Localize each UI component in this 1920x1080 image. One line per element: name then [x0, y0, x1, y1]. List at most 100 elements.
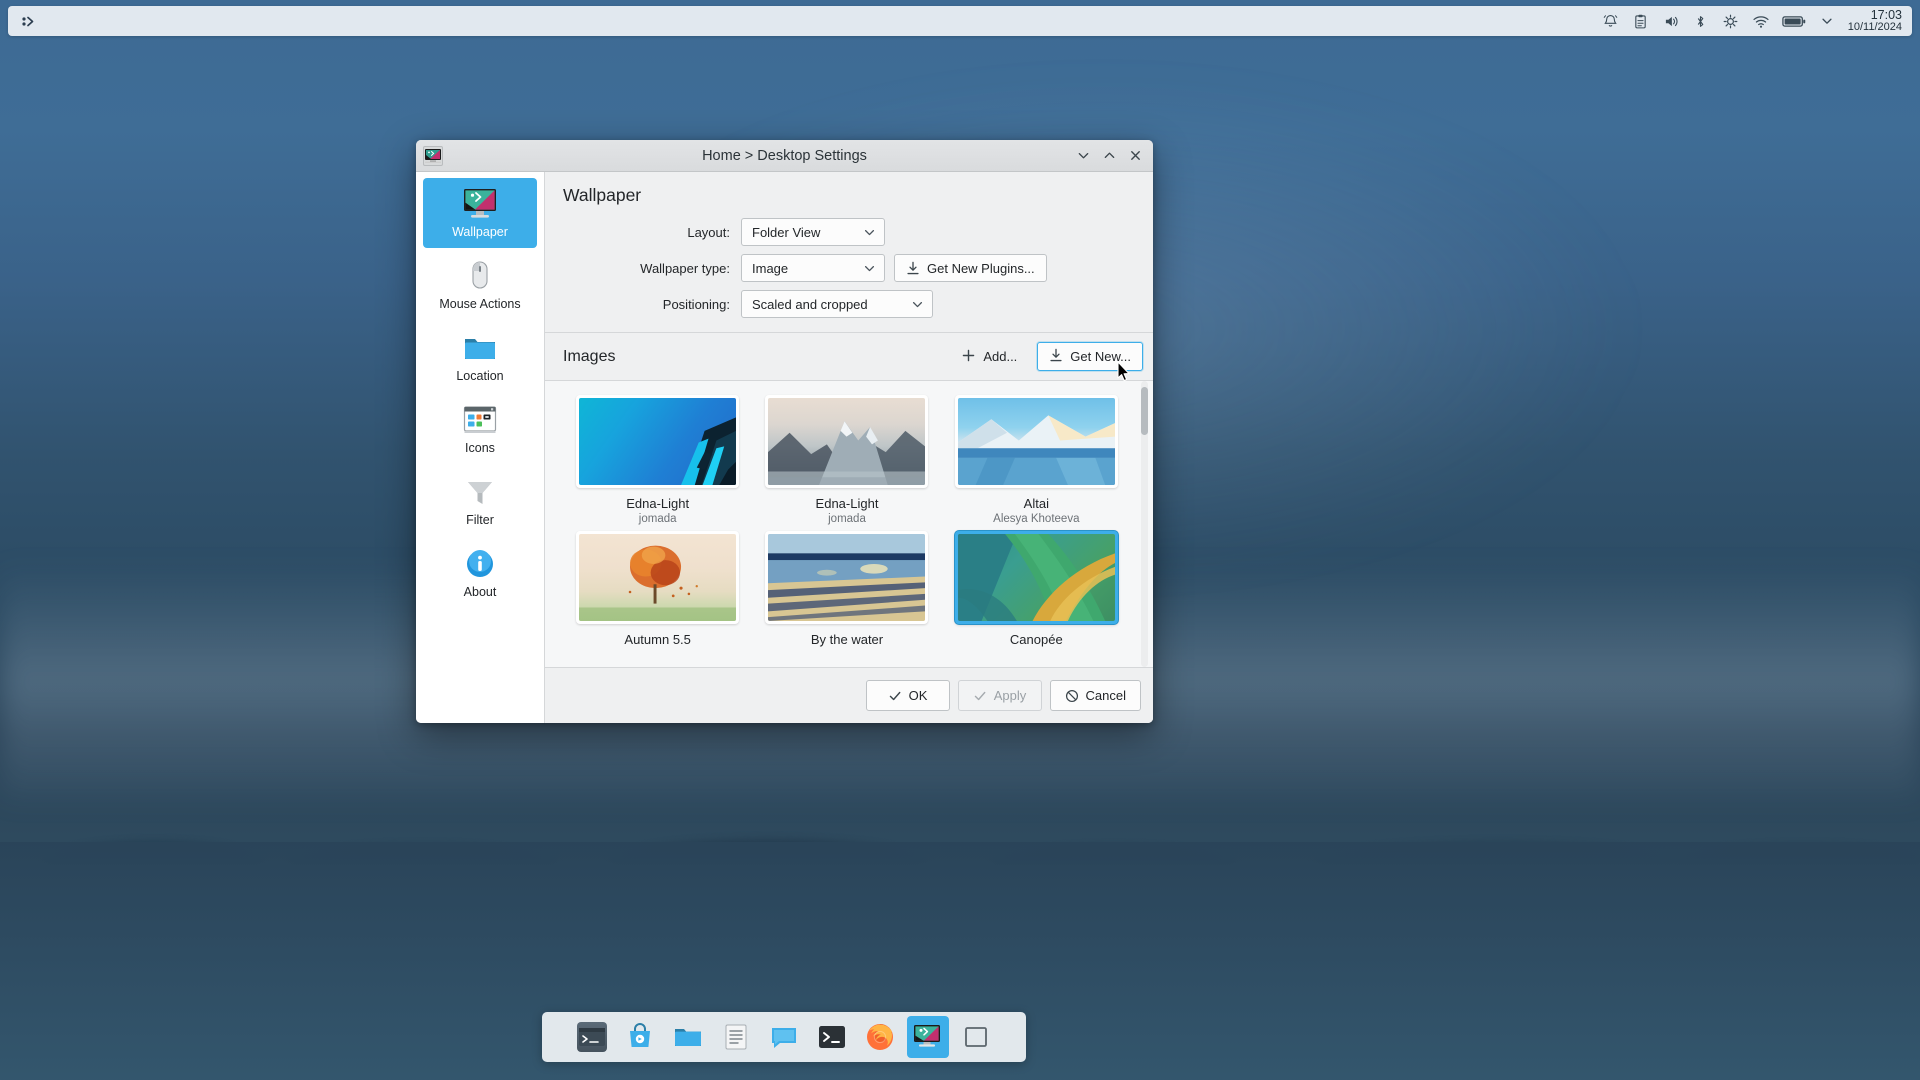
- clock-date: 10/11/2024: [1847, 20, 1902, 33]
- cancel-button[interactable]: Cancel: [1049, 680, 1141, 711]
- dock-item-desktop-settings[interactable]: [907, 1016, 949, 1058]
- volume-icon[interactable]: [1662, 12, 1680, 30]
- wallpaper-grid: Edna-Light jomada Edna-Light jomada Alta…: [545, 381, 1153, 655]
- layout-label: Layout:: [687, 224, 730, 240]
- monitor-wallpaper-icon: [462, 186, 498, 222]
- wallpaper-thumbnail[interactable]: [576, 395, 740, 488]
- wallpaper-name: Edna-Light: [815, 496, 879, 511]
- battery-icon[interactable]: [1782, 12, 1806, 30]
- wallpaper-form: Layout: Folder View Wallpaper type: Imag…: [545, 216, 1153, 332]
- wallpaper-item[interactable]: By the water: [752, 531, 941, 655]
- check-icon: [973, 689, 987, 703]
- wallpaper-type-select[interactable]: Image: [741, 254, 885, 282]
- ok-button[interactable]: OK: [865, 680, 950, 711]
- sidebar-item-label: Location: [456, 369, 504, 383]
- show-hidden-icons-chevron[interactable]: [1818, 12, 1836, 30]
- sidebar-item-wallpaper[interactable]: Wallpaper: [423, 178, 537, 248]
- get-new-wallpapers-button[interactable]: Get New...: [1037, 342, 1143, 371]
- images-scroll-area[interactable]: Edna-Light jomada Edna-Light jomada Alta…: [545, 380, 1153, 667]
- dialog-title: Home > Desktop Settings: [702, 147, 867, 164]
- positioning-select[interactable]: Scaled and cropped: [741, 290, 933, 318]
- dock-item-konsole[interactable]: [571, 1016, 613, 1058]
- cancel-icon: [1065, 689, 1079, 703]
- settings-sidebar: Wallpaper Mouse Actions Location Icons F…: [416, 172, 545, 723]
- sidebar-item-mouse-actions[interactable]: Mouse Actions: [423, 250, 537, 320]
- dock-item-text-editor[interactable]: [715, 1016, 757, 1058]
- wallpaper-thumbnail[interactable]: [954, 531, 1118, 624]
- scrollbar-thumb[interactable]: [1141, 387, 1148, 435]
- wallpaper-name: Autumn 5.5: [624, 632, 691, 647]
- clipboard-icon[interactable]: [1632, 12, 1650, 30]
- chevron-down-icon: [863, 262, 876, 275]
- positioning-value: Scaled and cropped: [752, 296, 868, 312]
- dock-item-dolphin[interactable]: [667, 1016, 709, 1058]
- get-new-plugins-button[interactable]: Get New Plugins...: [894, 254, 1047, 282]
- page-title: Wallpaper: [563, 185, 642, 205]
- network-wifi-icon[interactable]: [1752, 12, 1770, 30]
- positioning-label: Positioning:: [662, 296, 730, 312]
- wallpaper-item-selected[interactable]: Canopée: [942, 531, 1131, 655]
- sidebar-item-about[interactable]: About: [423, 538, 537, 608]
- wallpaper-author: jomada: [638, 513, 677, 525]
- window-icons-icon: [463, 402, 497, 438]
- wallpaper-name: Altai: [1023, 496, 1049, 511]
- wallpaper-item[interactable]: Edna-Light jomada: [563, 395, 752, 531]
- dock-item-discover[interactable]: [619, 1016, 661, 1058]
- apply-button[interactable]: Apply: [957, 680, 1042, 711]
- terminal-icon: [577, 1022, 607, 1052]
- task-dock: [542, 1012, 1026, 1062]
- sidebar-item-label: Mouse Actions: [439, 297, 521, 311]
- dialog-titlebar[interactable]: Home > Desktop Settings: [416, 140, 1153, 172]
- maximize-button[interactable]: [1097, 144, 1121, 168]
- wallpaper-thumbnail[interactable]: [954, 395, 1118, 488]
- sidebar-item-icons[interactable]: Icons: [423, 394, 537, 464]
- prompt-icon: [817, 1022, 847, 1052]
- sidebar-item-label: About: [463, 585, 497, 599]
- add-image-button[interactable]: Add...: [949, 342, 1029, 371]
- wallpaper-thumbnail[interactable]: [576, 531, 740, 624]
- download-icon: [1049, 348, 1063, 366]
- wallpaper-item[interactable]: Altai Alesya Khoteeva: [942, 395, 1131, 531]
- shopping-bag-icon: [625, 1022, 655, 1052]
- dock-item-messenger[interactable]: [763, 1016, 805, 1058]
- wallpaper-item[interactable]: Edna-Light jomada: [752, 395, 941, 531]
- dock-item-show-desktop[interactable]: [955, 1016, 997, 1058]
- mouse-icon: [465, 258, 495, 294]
- close-button[interactable]: [1123, 144, 1147, 168]
- sidebar-item-filter[interactable]: Filter: [423, 466, 537, 536]
- wallpaper-thumbnail[interactable]: [765, 395, 929, 488]
- plus-icon: [961, 348, 976, 366]
- positioning-row: Positioning: Scaled and cropped: [545, 290, 1153, 318]
- dock-item-terminal-dark[interactable]: [811, 1016, 853, 1058]
- apply-label: Apply: [993, 688, 1027, 703]
- wallpaper-name: By the water: [810, 632, 884, 647]
- panel-clock[interactable]: 17:03 10/11/2024: [1844, 8, 1906, 34]
- sidebar-item-location[interactable]: Location: [423, 322, 537, 392]
- window-controls: [1071, 144, 1153, 168]
- dock-item-firefox[interactable]: [859, 1016, 901, 1058]
- wallpaper-name: Edna-Light: [626, 496, 690, 511]
- thumb-altai-lake: [957, 398, 1115, 485]
- images-header: Images Add... Get New...: [545, 332, 1153, 380]
- sidebar-item-label: Wallpaper: [452, 225, 508, 239]
- info-circle-icon: [465, 546, 495, 582]
- bluetooth-icon[interactable]: [1692, 12, 1710, 30]
- desktop-settings-icon: [913, 1022, 943, 1052]
- notifications-icon[interactable]: [1602, 12, 1620, 30]
- brightness-icon[interactable]: [1722, 12, 1740, 30]
- dialog-footer: OK Apply Cancel: [545, 667, 1153, 723]
- wallpaper-author: jomada: [828, 513, 866, 525]
- check-icon: [888, 689, 902, 703]
- minimize-button[interactable]: [1071, 144, 1095, 168]
- thumb-misty-mountains: [768, 398, 926, 485]
- folder-icon: [462, 330, 498, 366]
- application-launcher-icon[interactable]: [14, 9, 40, 33]
- wallpaper-item[interactable]: Autumn 5.5: [563, 531, 752, 655]
- layout-select[interactable]: Folder View: [741, 218, 885, 246]
- thumb-abstract-blue-building: [579, 398, 737, 485]
- folder-icon: [673, 1022, 703, 1052]
- thumb-autumn-tree: [579, 534, 737, 621]
- wallpaper-thumbnail[interactable]: [765, 531, 929, 624]
- document-icon: [721, 1022, 751, 1052]
- system-tray: [1602, 12, 1844, 30]
